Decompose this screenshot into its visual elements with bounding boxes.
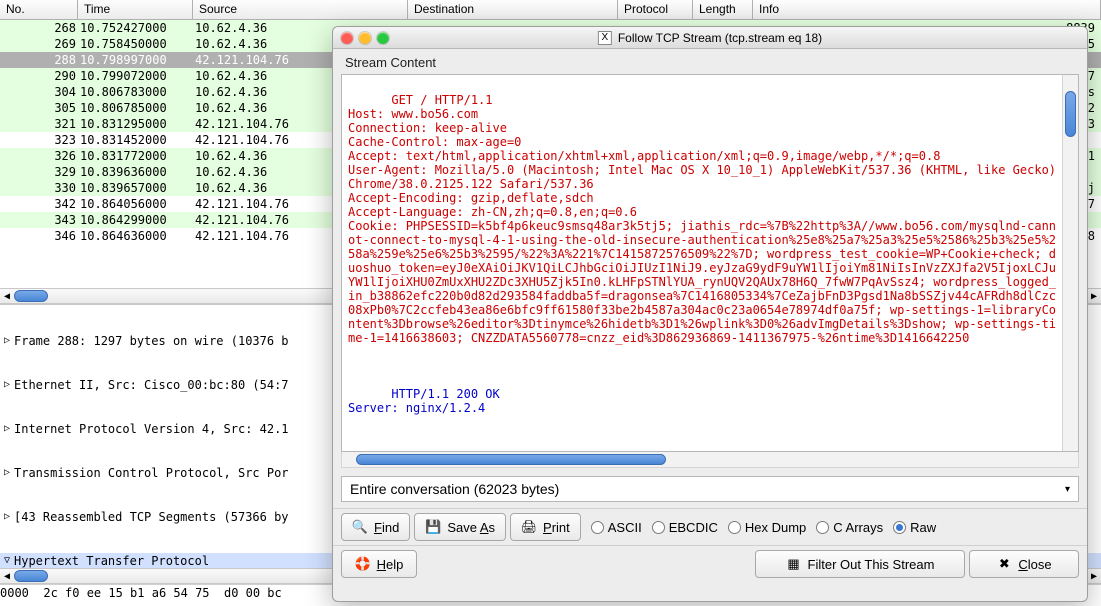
stream-content[interactable]: GET / HTTP/1.1 Host: www.bo56.com Connec…: [341, 74, 1079, 452]
close-x-icon: ✖: [996, 556, 1012, 572]
close-icon[interactable]: [341, 32, 353, 44]
stream-hscroll[interactable]: [341, 452, 1079, 468]
radio-hexdump[interactable]: Hex Dump: [728, 520, 806, 535]
scroll-thumb[interactable]: [1065, 91, 1076, 137]
filter-icon: ▦: [786, 556, 802, 572]
col-time[interactable]: Time: [78, 0, 193, 19]
radio-carrays[interactable]: C Arrays: [816, 520, 883, 535]
app-icon: X: [598, 31, 612, 45]
request-text: GET / HTTP/1.1 Host: www.bo56.com Connec…: [348, 93, 1062, 345]
help-button[interactable]: 🛟Help: [341, 550, 417, 578]
print-button[interactable]: 🖨Print: [510, 513, 581, 541]
col-length[interactable]: Length: [693, 0, 753, 19]
close-button[interactable]: ✖Close: [969, 550, 1079, 578]
col-no[interactable]: No.: [0, 0, 78, 19]
bottom-row: 🛟Help ▦Filter Out This Stream ✖Close: [333, 545, 1087, 582]
minimize-icon[interactable]: [359, 32, 371, 44]
chevron-down-icon: ▾: [1065, 484, 1070, 495]
save-icon: 💾: [425, 519, 441, 535]
col-source[interactable]: Source: [193, 0, 408, 19]
scroll-thumb[interactable]: [356, 454, 666, 465]
save-as-button[interactable]: 💾Save As: [414, 513, 506, 541]
radio-ascii[interactable]: ASCII: [591, 520, 642, 535]
toolbar-row: 🔍Find 💾Save As 🖨Print ASCII EBCDIC Hex D…: [333, 508, 1087, 545]
print-icon: 🖨: [521, 519, 537, 535]
col-proto[interactable]: Protocol: [618, 0, 693, 19]
col-dest[interactable]: Destination: [408, 0, 618, 19]
radio-raw[interactable]: Raw: [893, 520, 936, 535]
stream-content-label: Stream Content: [333, 49, 1087, 74]
conversation-label: Entire conversation (62023 bytes): [350, 481, 559, 497]
radio-ebcdic[interactable]: EBCDIC: [652, 520, 718, 535]
response-text: HTTP/1.1 200 OK Server: nginx/1.2.4: [348, 387, 500, 415]
packet-table-header: No. Time Source Destination Protocol Len…: [0, 0, 1101, 20]
col-info[interactable]: Info: [753, 0, 1101, 19]
zoom-icon[interactable]: [377, 32, 389, 44]
filter-out-button[interactable]: ▦Filter Out This Stream: [755, 550, 965, 578]
find-button[interactable]: 🔍Find: [341, 513, 410, 541]
dialog-titlebar[interactable]: X Follow TCP Stream (tcp.stream eq 18): [333, 27, 1087, 49]
help-icon: 🛟: [355, 556, 371, 572]
stream-vscroll[interactable]: [1062, 75, 1078, 451]
dialog-title: Follow TCP Stream (tcp.stream eq 18): [618, 31, 822, 45]
scroll-thumb[interactable]: [14, 290, 48, 302]
follow-tcp-stream-dialog: X Follow TCP Stream (tcp.stream eq 18) S…: [332, 26, 1088, 602]
conversation-combo[interactable]: Entire conversation (62023 bytes) ▾: [341, 476, 1079, 502]
find-icon: 🔍: [352, 519, 368, 535]
scroll-thumb[interactable]: [14, 570, 48, 582]
